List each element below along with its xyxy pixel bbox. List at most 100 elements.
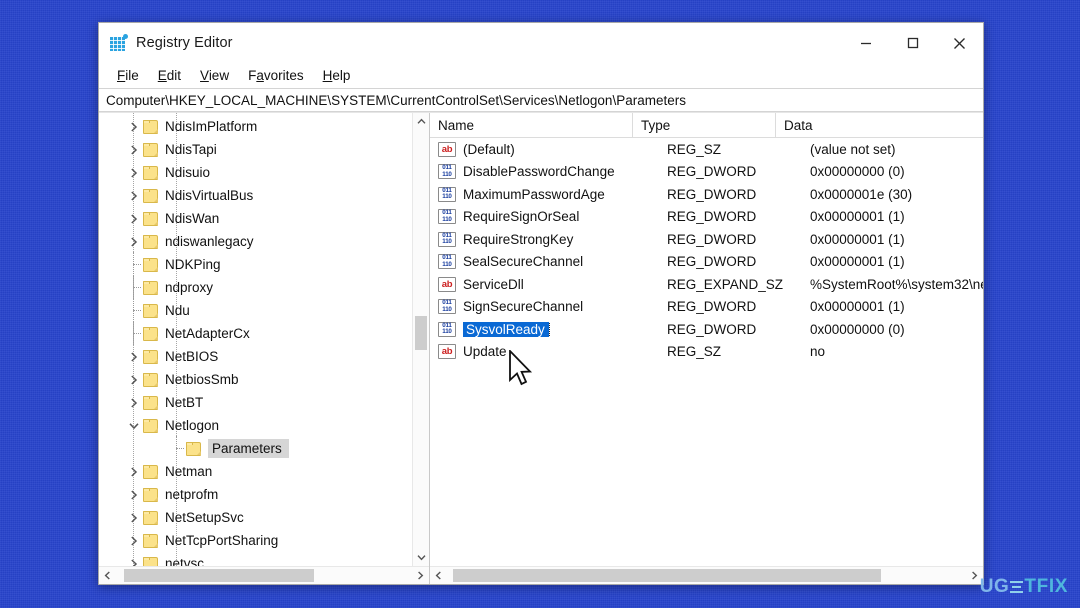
tree-item-ndistapi[interactable]: NdisTapi bbox=[99, 138, 412, 161]
tree-hscroll-track[interactable] bbox=[116, 567, 412, 584]
tree-item-netbt[interactable]: NetBT bbox=[99, 391, 412, 414]
menu-item-help[interactable]: Help bbox=[314, 66, 361, 85]
tree-item-netvsc[interactable]: netvsc bbox=[99, 552, 412, 566]
value-row[interactable]: ab ServiceDll REG_EXPAND_SZ %SystemRoot%\sy… bbox=[430, 273, 983, 296]
value-row[interactable]: 011 110 MaximumPasswordAge REG_DWORD 0x00000… bbox=[430, 183, 983, 206]
chevron-right-icon[interactable] bbox=[125, 138, 142, 161]
tree-item-netlogon[interactable]: Netlogon bbox=[99, 414, 412, 437]
tree-item-netprofm[interactable]: netprofm bbox=[99, 483, 412, 506]
registry-values-list[interactable]: ab (Default) REG_SZ (value not set) 011 110 Di… bbox=[430, 138, 983, 566]
value-row[interactable]: 011 110 DisablePasswordChange REG_DWORD 0x00… bbox=[430, 161, 983, 184]
tree-item-nettcpportsharing[interactable]: NetTcpPortSharing bbox=[99, 529, 412, 552]
folder-icon bbox=[142, 188, 159, 203]
chevron-right-icon[interactable] bbox=[125, 391, 142, 414]
chevron-right-icon bbox=[418, 571, 424, 580]
menu-item-edit[interactable]: Edit bbox=[149, 66, 191, 85]
folder-icon bbox=[142, 556, 159, 566]
chevron-down-icon[interactable] bbox=[125, 414, 142, 437]
tree-scroll-right-button[interactable] bbox=[412, 567, 429, 584]
folder-icon bbox=[142, 257, 159, 272]
tree-item-netbiossmb[interactable]: NetbiosSmb bbox=[99, 368, 412, 391]
folder-icon bbox=[142, 372, 159, 387]
tree-item-label: NetSetupSvc bbox=[165, 510, 244, 525]
chevron-right-icon[interactable] bbox=[125, 161, 142, 184]
folder-icon bbox=[185, 441, 202, 456]
values-horizontal-scrollbar[interactable] bbox=[430, 566, 983, 584]
tree-item-ndiswanlegacy[interactable]: ndiswanlegacy bbox=[99, 230, 412, 253]
value-row[interactable]: 011 110 RequireStrongKey REG_DWORD 0x0000000… bbox=[430, 228, 983, 251]
value-row[interactable]: 011 110 RequireSignOrSeal REG_DWORD 0x000000… bbox=[430, 206, 983, 229]
tree-scroll-track[interactable] bbox=[413, 130, 429, 549]
menu-item-file[interactable]: File bbox=[108, 66, 149, 85]
tree-vertical-scrollbar[interactable] bbox=[412, 113, 429, 566]
chevron-right-icon[interactable] bbox=[125, 552, 142, 566]
watermark-part2: TFIX bbox=[1024, 576, 1068, 597]
address-bar[interactable]: Computer\HKEY_LOCAL_MACHINE\SYSTEM\Curre… bbox=[99, 88, 983, 112]
value-type: REG_SZ bbox=[667, 141, 722, 157]
value-row[interactable]: ab (Default) REG_SZ (value not set) bbox=[430, 138, 983, 161]
column-header-type[interactable]: Type bbox=[633, 112, 776, 138]
value-row[interactable]: 011 110 SealSecureChannel REG_DWORD 0x000000… bbox=[430, 251, 983, 274]
value-type: REG_SZ bbox=[667, 344, 722, 360]
registry-tree-list[interactable]: NdisImPlatform NdisTapi Ndisuio NdisVirtual… bbox=[99, 113, 412, 566]
values-scroll-left-button[interactable] bbox=[430, 567, 447, 584]
chevron-right-icon[interactable] bbox=[125, 207, 142, 230]
chevron-right-icon[interactable] bbox=[125, 368, 142, 391]
menu-item-favorites[interactable]: Favorites bbox=[239, 66, 314, 85]
tree-item-label: NdisTapi bbox=[165, 142, 217, 157]
column-header-data[interactable]: Data bbox=[776, 113, 983, 138]
tree-scroll-left-button[interactable] bbox=[99, 567, 116, 584]
tree-item-ndisuio[interactable]: Ndisuio bbox=[99, 161, 412, 184]
tree-item-ndkping[interactable]: NDKPing bbox=[99, 252, 412, 276]
chevron-right-icon[interactable] bbox=[125, 184, 142, 207]
close-button[interactable] bbox=[936, 23, 983, 63]
tree-item-netbios[interactable]: NetBIOS bbox=[99, 345, 412, 368]
chevron-right-icon[interactable] bbox=[125, 115, 142, 138]
minimize-button[interactable] bbox=[842, 23, 889, 63]
tree-item-ndproxy[interactable]: ndproxy bbox=[99, 275, 412, 299]
chevron-down-icon bbox=[416, 555, 426, 561]
tree-item-netadaptercx[interactable]: NetAdapterCx bbox=[99, 321, 412, 345]
tree-item-ndiswan[interactable]: NdisWan bbox=[99, 207, 412, 230]
chevron-right-icon[interactable] bbox=[125, 460, 142, 483]
tree-scroll-down-button[interactable] bbox=[413, 549, 429, 566]
chevron-right-icon bbox=[972, 571, 978, 580]
folder-icon bbox=[142, 142, 159, 157]
tree-item-label: NetBT bbox=[165, 395, 204, 410]
value-row[interactable]: 011 110 SignSecureChannel REG_DWORD 0x000000… bbox=[430, 296, 983, 319]
value-data: 0x00000001 (1) bbox=[810, 231, 905, 247]
tree-item-ndisimplatform[interactable]: NdisImPlatform bbox=[99, 115, 412, 138]
tree-scroll-thumb[interactable] bbox=[415, 316, 427, 350]
value-data: 0x00000000 (0) bbox=[810, 321, 905, 337]
folder-icon bbox=[142, 234, 159, 249]
value-row[interactable]: 011 110 SysvolReady REG_DWORD 0x00000000 (0) bbox=[430, 318, 983, 341]
tree-item-parameters[interactable]: Parameters bbox=[99, 436, 412, 460]
tree-item-ndisvirtualbus[interactable]: NdisVirtualBus bbox=[99, 184, 412, 207]
tree-hscroll-thumb[interactable] bbox=[124, 569, 314, 582]
value-row[interactable]: ab Update REG_SZ no bbox=[430, 341, 983, 364]
chevron-left-icon bbox=[104, 571, 110, 580]
tree-item-netsetupsvc[interactable]: NetSetupSvc bbox=[99, 506, 412, 529]
tree-scroll-up-button[interactable] bbox=[413, 113, 429, 130]
chevron-right-icon[interactable] bbox=[125, 345, 142, 368]
tree-item-netman[interactable]: Netman bbox=[99, 460, 412, 483]
value-type: REG_EXPAND_SZ bbox=[667, 276, 784, 292]
tree-item-ndu[interactable]: Ndu bbox=[99, 298, 412, 322]
menu-bar: File Edit View Favorites Help bbox=[99, 63, 983, 87]
chevron-right-icon[interactable] bbox=[125, 483, 142, 506]
tree-leaf-connector bbox=[125, 321, 142, 345]
values-hscroll-track[interactable] bbox=[447, 567, 966, 584]
menu-item-view[interactable]: View bbox=[191, 66, 239, 85]
maximize-button[interactable] bbox=[889, 23, 936, 63]
values-hscroll-thumb[interactable] bbox=[453, 569, 881, 582]
column-header-name[interactable]: Name bbox=[430, 112, 633, 138]
tree-horizontal-scrollbar[interactable] bbox=[99, 566, 429, 584]
chevron-right-icon[interactable] bbox=[125, 529, 142, 552]
value-data: (value not set) bbox=[810, 141, 896, 157]
chevron-right-icon[interactable] bbox=[125, 506, 142, 529]
chevron-right-icon[interactable] bbox=[125, 230, 142, 253]
